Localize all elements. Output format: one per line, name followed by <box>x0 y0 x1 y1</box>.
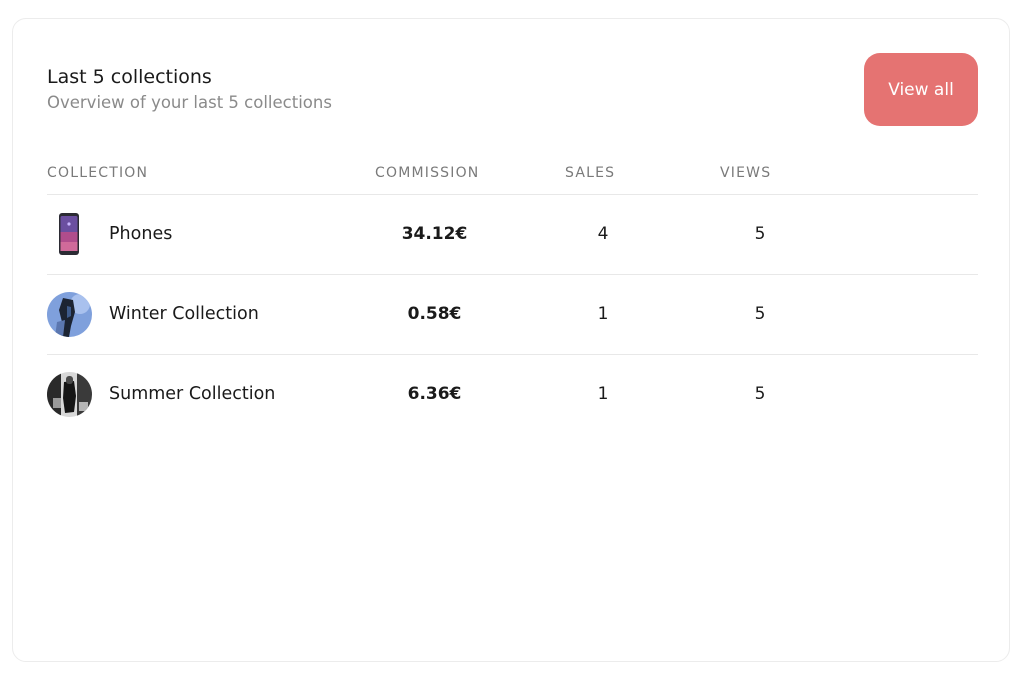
collection-name[interactable]: Summer Collection <box>109 384 275 404</box>
views-value: 5 <box>754 224 766 244</box>
collection-name[interactable]: Phones <box>109 224 172 244</box>
column-header-views: VIEWS <box>720 165 772 181</box>
commission-value: 0.58€ <box>407 304 462 324</box>
table-row[interactable]: Summer Collection 6.36€ 1 5 <box>47 355 978 435</box>
sales-value: 1 <box>597 384 609 404</box>
view-all-button[interactable]: View all <box>864 53 978 126</box>
column-header-sales: SALES <box>565 165 616 181</box>
card-title: Last 5 collections <box>47 66 212 88</box>
table-row[interactable]: Winter Collection 0.58€ 1 5 <box>47 275 978 355</box>
views-value: 5 <box>754 304 766 324</box>
sales-value: 1 <box>597 304 609 324</box>
views-value: 5 <box>754 384 766 404</box>
winter-collection-thumbnail <box>47 292 92 337</box>
column-header-collection: COLLECTION <box>47 165 149 181</box>
column-header-commission: COMMISSION <box>375 165 480 181</box>
sales-value: 4 <box>597 224 609 244</box>
collections-card: Last 5 collections Overview of your last… <box>12 18 1010 662</box>
summer-collection-thumbnail <box>47 372 92 417</box>
table-row[interactable]: Phones 34.12€ 4 5 <box>47 195 978 275</box>
commission-value: 34.12€ <box>401 224 468 244</box>
collection-name[interactable]: Winter Collection <box>109 304 259 324</box>
phone-thumbnail <box>57 212 81 257</box>
card-subtitle: Overview of your last 5 collections <box>47 93 332 112</box>
commission-value: 6.36€ <box>407 384 462 404</box>
